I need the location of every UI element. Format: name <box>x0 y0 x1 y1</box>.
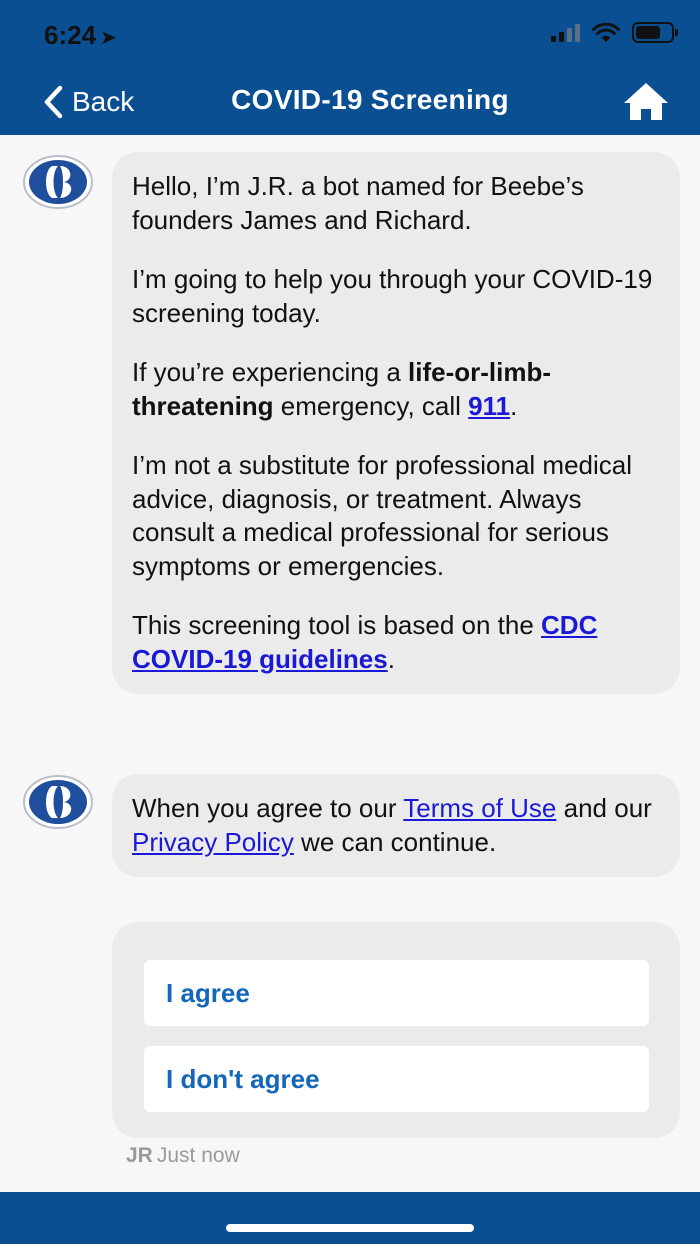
message-paragraph: I’m going to help you through your COVID… <box>132 264 653 328</box>
home-icon <box>624 83 668 120</box>
agree-button[interactable]: I agree <box>144 960 649 1026</box>
consent-paragraph: When you agree to our Terms of Use and o… <box>132 793 652 857</box>
top-bar: 6:24 ➤ Back COVID-19 Screening <box>0 0 700 135</box>
status-icons <box>551 22 678 43</box>
disclaimer-paragraph: I’m not a substitute for professional me… <box>132 450 633 581</box>
cellular-signal-icon <box>551 23 580 42</box>
battery-icon <box>632 22 678 43</box>
guidelines-paragraph: This screening tool is based on the CDC … <box>132 610 598 674</box>
disagree-button[interactable]: I don't agree <box>144 1046 649 1112</box>
message-paragraph: Hello, I’m J.R. a bot named for Beebe’s … <box>132 171 584 235</box>
home-indicator[interactable] <box>226 1224 474 1232</box>
quick-reply-card: I agree I don't agree <box>112 922 680 1138</box>
terms-of-use-link[interactable]: Terms of Use <box>403 793 556 823</box>
emergency-paragraph: If you’re experiencing a life-or-limb-th… <box>132 357 552 421</box>
bot-avatar <box>22 154 94 210</box>
bot-message-bubble: When you agree to our Terms of Use and o… <box>112 774 680 877</box>
privacy-policy-link[interactable]: Privacy Policy <box>132 827 294 857</box>
home-button[interactable] <box>622 80 670 127</box>
beebe-logo-icon <box>23 775 93 829</box>
bot-message-bubble: Hello, I’m J.R. a bot named for Beebe’s … <box>112 152 680 694</box>
bottom-bar <box>0 1192 700 1244</box>
timestamp: Just now <box>156 1144 240 1167</box>
location-arrow-icon: ➤ <box>100 27 117 49</box>
wifi-icon <box>592 22 620 42</box>
message-meta: JR Just now <box>126 1144 240 1168</box>
bot-avatar <box>22 774 94 830</box>
page-title: COVID-19 Screening <box>231 84 509 115</box>
call-911-link[interactable]: 911 <box>468 391 510 421</box>
sender-label: JR <box>126 1144 153 1167</box>
beebe-logo-icon <box>23 155 93 209</box>
status-time: 6:24 ➤ <box>44 20 117 50</box>
